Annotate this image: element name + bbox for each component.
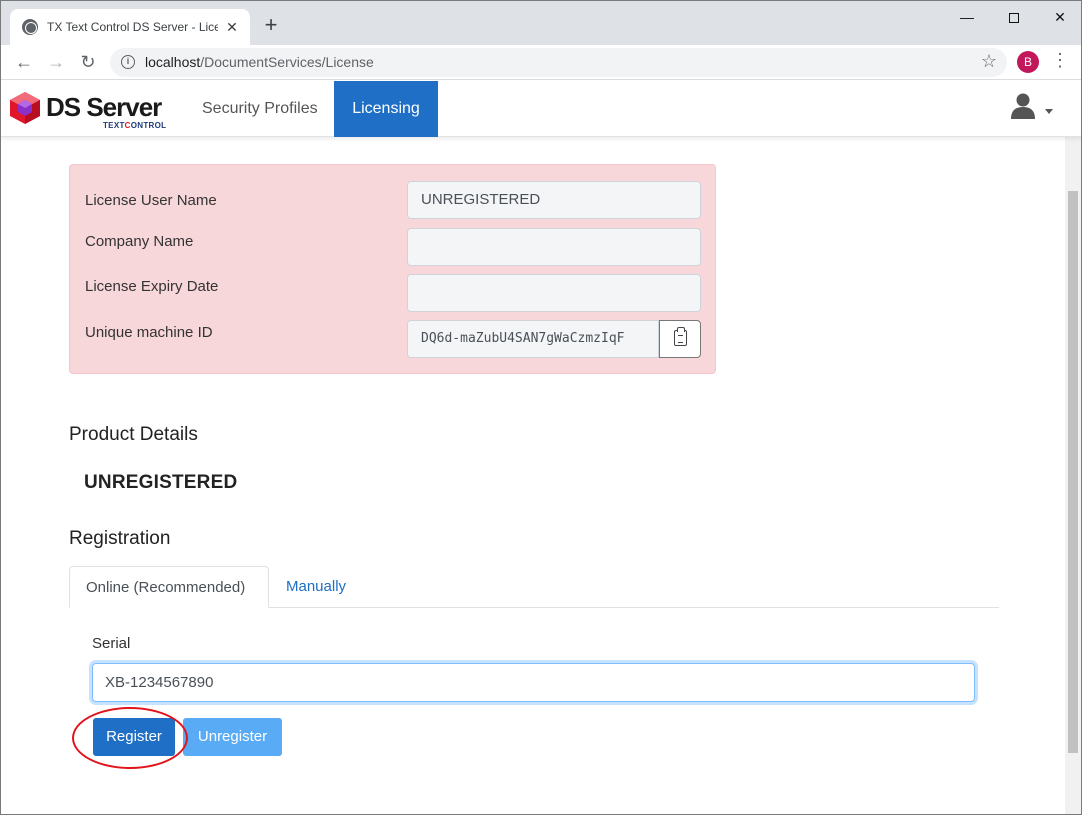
register-highlight-annotation [72, 707, 188, 769]
url-host: localhost [145, 54, 201, 70]
minimize-window-button[interactable]: — [944, 5, 990, 29]
browser-window: TX Text Control DS Server - Licen ✕ + — … [0, 0, 1082, 815]
browser-tab-strip: TX Text Control DS Server - Licen ✕ + — … [1, 1, 1081, 45]
company-name-label: Company Name [85, 233, 194, 250]
product-name: UNREGISTERED [84, 472, 238, 493]
registration-heading: Registration [69, 528, 171, 549]
browser-menu-icon[interactable]: ⋮ [1051, 50, 1069, 71]
tab-online[interactable]: Online (Recommended) [69, 566, 269, 608]
license-user-name-label: License User Name [85, 192, 217, 209]
url-text[interactable]: localhost/DocumentServices/License [145, 54, 374, 70]
address-bar[interactable]: i localhost/DocumentServices/License ☆ [110, 48, 1007, 77]
clipboard-icon [674, 327, 687, 346]
maximize-icon [1009, 13, 1019, 24]
machine-id-label: Unique machine ID [85, 324, 213, 341]
brand-subtitle: TEXTCONTROL [103, 121, 166, 130]
scrollbar-thumb[interactable] [1068, 191, 1078, 753]
top-navbar: DS Server TEXTCONTROL Security Profiles … [1, 81, 1081, 137]
cube-logo-icon [10, 92, 40, 124]
bookmark-star-icon[interactable]: ☆ [981, 51, 997, 72]
url-path: /DocumentServices/License [200, 54, 374, 70]
license-expiry-date-field[interactable] [407, 274, 701, 312]
page-scrollbar[interactable] [1065, 137, 1081, 814]
user-icon [1011, 93, 1035, 119]
close-tab-icon[interactable]: ✕ [224, 19, 240, 36]
tab-title: TX Text Control DS Server - Licen [47, 20, 218, 34]
license-user-name-field[interactable]: UNREGISTERED [407, 181, 701, 219]
license-info-panel: License User Name UNREGISTERED Company N… [69, 164, 716, 374]
tab-manually[interactable]: Manually [270, 566, 362, 608]
nav-licensing[interactable]: Licensing [334, 81, 438, 137]
brand-name: DS Server [46, 92, 162, 122]
close-window-button[interactable]: ✕ [1037, 5, 1081, 29]
serial-input[interactable]: XB-1234567890 [92, 663, 975, 702]
product-details-heading: Product Details [69, 424, 198, 445]
maximize-window-button[interactable] [991, 5, 1037, 29]
company-name-field[interactable] [407, 228, 701, 266]
forward-button[interactable]: → [44, 50, 68, 74]
serial-label: Serial [92, 635, 131, 652]
registration-tabs: Online (Recommended) Manually [69, 566, 999, 608]
copy-machine-id-button[interactable] [659, 320, 701, 358]
back-button[interactable]: ← [12, 50, 36, 74]
brand-sub-rest: ONTROL [130, 121, 167, 130]
new-tab-button[interactable]: + [259, 13, 283, 37]
machine-id-field[interactable]: DQ6d-maZubU4SAN7gWaCzmzIqF [407, 320, 659, 358]
page-content: DS Server TEXTCONTROL Security Profiles … [1, 81, 1081, 814]
reload-button[interactable]: ↻ [76, 50, 100, 74]
browser-toolbar: ← → ↻ i localhost/DocumentServices/Licen… [1, 45, 1081, 80]
globe-icon [22, 19, 38, 35]
ds-server-logo[interactable]: DS Server TEXTCONTROL [9, 89, 174, 131]
user-menu[interactable] [1009, 93, 1059, 125]
browser-tab[interactable]: TX Text Control DS Server - Licen ✕ [10, 9, 250, 45]
nav-security-profiles[interactable]: Security Profiles [183, 81, 337, 137]
chevron-down-icon [1045, 109, 1053, 114]
site-info-icon[interactable]: i [121, 55, 135, 69]
profile-avatar[interactable]: B [1017, 51, 1039, 73]
license-expiry-date-label: License Expiry Date [85, 278, 219, 295]
unregister-button[interactable]: Unregister [183, 718, 282, 756]
brand-sub-text: TEXT [103, 121, 125, 130]
